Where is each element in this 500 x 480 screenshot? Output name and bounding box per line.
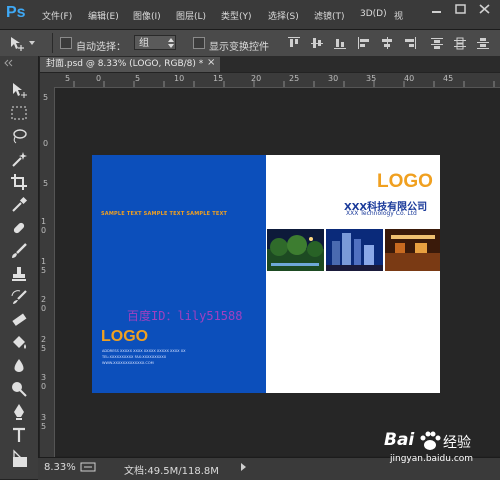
ruler-label: 5 bbox=[65, 74, 71, 83]
address-line: TEL:XXXXXXXXXX FAX:XXXXXXXXXX bbox=[102, 355, 167, 359]
menu-3d[interactable]: 3D(D) bbox=[360, 9, 387, 19]
dropdown-value: 组 bbox=[139, 38, 149, 49]
ruler-label: 15 bbox=[213, 74, 224, 83]
ruler-horizontal-ticks bbox=[73, 81, 495, 87]
menu-type[interactable]: 类型(Y) bbox=[221, 9, 252, 22]
address-line: WWW.XXXXXXXXXXXXX.COM bbox=[102, 361, 154, 365]
menu-edit[interactable]: 编辑(E) bbox=[88, 9, 119, 22]
baidu-watermark: Bai 经验 jingyan.baidu.com bbox=[370, 428, 494, 468]
lasso-tool-icon[interactable] bbox=[10, 127, 28, 145]
tools-panel bbox=[0, 56, 39, 479]
tab-close-button[interactable]: × bbox=[207, 57, 215, 68]
paint-bucket-tool-icon[interactable] bbox=[10, 334, 28, 352]
eraser-tool-icon[interactable] bbox=[10, 311, 28, 329]
menu-select[interactable]: 选择(S) bbox=[268, 9, 299, 22]
status-menu-arrow-icon[interactable] bbox=[240, 463, 247, 471]
photo-city-skyline bbox=[326, 229, 383, 271]
ruler-label: 0 bbox=[96, 74, 102, 83]
move-tool-icon[interactable] bbox=[10, 81, 28, 99]
show-transform-checkbox[interactable] bbox=[193, 37, 205, 49]
photoshop-logo: Ps bbox=[6, 4, 26, 21]
baidu-brand: Bai bbox=[384, 430, 415, 450]
align-top-icon[interactable] bbox=[287, 36, 301, 50]
marquee-tool-icon[interactable] bbox=[10, 104, 28, 122]
menu-file[interactable]: 文件(F) bbox=[42, 9, 72, 22]
clone-stamp-tool-icon[interactable] bbox=[10, 265, 28, 283]
move-tool-icon[interactable] bbox=[8, 35, 24, 51]
blur-tool-icon[interactable] bbox=[10, 357, 28, 375]
ruler-label: 30 bbox=[328, 74, 339, 83]
separator bbox=[52, 33, 53, 53]
ruler-label: 10 bbox=[174, 74, 185, 83]
distribute-vcenter-icon[interactable] bbox=[453, 36, 467, 50]
document-tab-title: 封面.psd @ 8.33% (LOGO, RGB/8) * bbox=[46, 59, 204, 69]
document-size: 文档:49.5M/118.8M bbox=[124, 466, 219, 477]
ruler-label: 0 bbox=[43, 139, 49, 148]
document-tab[interactable]: 封面.psd @ 8.33% (LOGO, RGB/8) * bbox=[40, 57, 220, 72]
sample-text: SAMPLE TEXT SAMPLE TEXT SAMPLE TEXT bbox=[101, 211, 228, 217]
ruler-label: 2 5 bbox=[41, 335, 47, 353]
menu-filter[interactable]: 滤镜(T) bbox=[314, 9, 345, 22]
zoom-level[interactable]: 8.33% bbox=[44, 462, 76, 473]
photo-interior bbox=[385, 229, 440, 271]
menu-image[interactable]: 图像(I) bbox=[133, 9, 161, 22]
panel-collapse-icon[interactable] bbox=[2, 59, 36, 67]
align-left-icon[interactable] bbox=[357, 36, 371, 50]
ruler-label: 35 bbox=[366, 74, 377, 83]
crop-tool-icon[interactable] bbox=[10, 173, 28, 191]
healing-brush-tool-icon[interactable] bbox=[10, 219, 28, 237]
history-brush-tool-icon[interactable] bbox=[10, 288, 28, 306]
ruler-label: 5 bbox=[43, 179, 49, 188]
auto-select-label: 自动选择： bbox=[76, 42, 126, 53]
distribute-top-icon[interactable] bbox=[430, 36, 444, 50]
dodge-tool-icon[interactable] bbox=[10, 380, 28, 398]
auto-select-checkbox[interactable] bbox=[60, 37, 72, 49]
ruler-label: 20 bbox=[251, 74, 262, 83]
brush-tool-icon[interactable] bbox=[10, 242, 28, 260]
pen-tool-icon[interactable] bbox=[10, 403, 28, 421]
ruler-label: 40 bbox=[404, 74, 415, 83]
menu-view[interactable]: 视 bbox=[394, 9, 403, 22]
ruler-label: 2 0 bbox=[41, 295, 47, 313]
baidu-brand-tail: 经验 bbox=[443, 435, 471, 451]
minimize-icon[interactable] bbox=[430, 3, 443, 15]
align-bottom-icon[interactable] bbox=[333, 36, 347, 50]
show-transform-label: 显示变换控件 bbox=[209, 42, 269, 53]
front-logo-text: LOGO bbox=[377, 171, 433, 192]
window-controls bbox=[424, 0, 500, 18]
type-tool-icon[interactable] bbox=[10, 426, 28, 444]
eyedropper-tool-icon[interactable] bbox=[10, 196, 28, 214]
baidu-id-watermark: 百度ID：lily51588 bbox=[127, 309, 243, 323]
baidu-url: jingyan.baidu.com bbox=[390, 454, 474, 464]
chevron-down-icon[interactable] bbox=[28, 40, 36, 46]
ruler-label: 1 5 bbox=[41, 257, 47, 275]
magic-wand-tool-icon[interactable] bbox=[10, 150, 28, 168]
back-logo-text: LOGO bbox=[101, 328, 149, 345]
ruler-horizontal[interactable]: 5 0 5 10 15 20 25 30 35 40 45 bbox=[40, 73, 500, 88]
ruler-label: 3 0 bbox=[41, 373, 47, 391]
ruler-label: 5 bbox=[43, 93, 49, 102]
maximize-icon[interactable] bbox=[454, 3, 467, 15]
ruler-label: 45 bbox=[443, 74, 454, 83]
address-line: ADDRESS XXXXX XXXX XXXXX XXXXX XXXX XX bbox=[102, 349, 186, 353]
close-icon[interactable] bbox=[478, 3, 491, 15]
ruler-label: 3 5 bbox=[41, 413, 47, 431]
ruler-label: 5 bbox=[135, 74, 141, 83]
rectangle-tool-icon[interactable] bbox=[12, 455, 28, 469]
company-name-en: XXX Technology Co. Ltd bbox=[346, 210, 417, 217]
align-hcenter-icon[interactable] bbox=[380, 36, 394, 50]
align-vcenter-icon[interactable] bbox=[310, 36, 324, 50]
export-icon[interactable] bbox=[80, 462, 96, 472]
photo-night-park bbox=[267, 229, 324, 271]
align-right-icon[interactable] bbox=[403, 36, 417, 50]
distribute-bottom-icon[interactable] bbox=[476, 36, 490, 50]
ruler-label: 1 0 bbox=[41, 217, 47, 235]
ruler-vertical[interactable]: 5 0 5 1 0 1 5 2 0 2 5 3 0 3 5 bbox=[40, 87, 55, 457]
paw-icon bbox=[420, 431, 441, 450]
menu-layer[interactable]: 图层(L) bbox=[176, 9, 206, 22]
ruler-label: 25 bbox=[289, 74, 300, 83]
dropdown-arrows-icon bbox=[168, 38, 174, 48]
